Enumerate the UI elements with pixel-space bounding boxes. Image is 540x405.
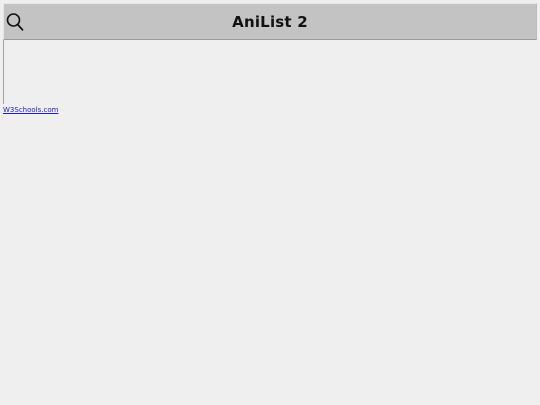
w3schools-link[interactable]: W3Schools.com [3,106,58,115]
content-frame [3,40,537,104]
app-header: AniList 2 [3,3,537,40]
page-title: AniList 2 [232,13,308,31]
page: AniList 2 W3Schools.com [0,0,540,405]
